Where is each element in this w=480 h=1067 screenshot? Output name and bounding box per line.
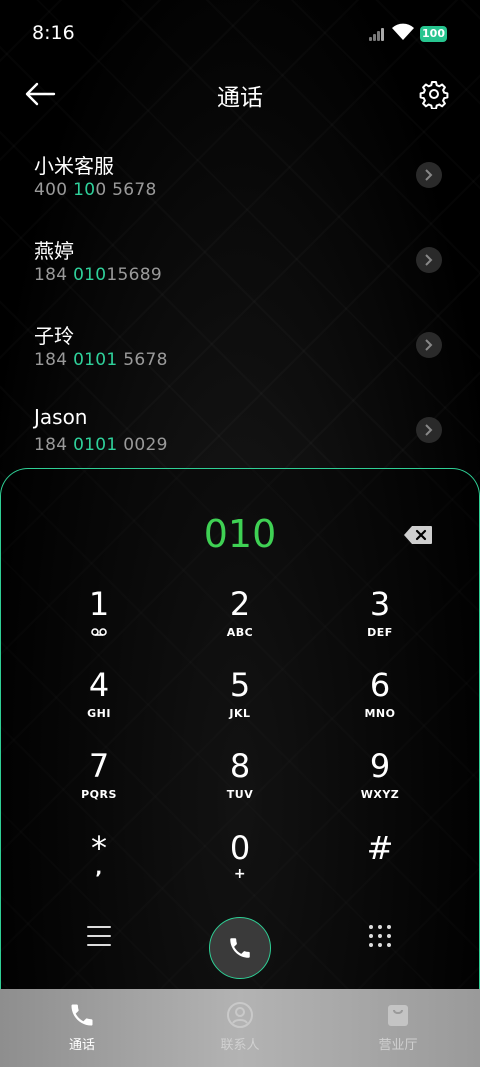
contact-number: 184 01015689 xyxy=(34,265,163,285)
dialpad-key-1[interactable]: 1 xyxy=(44,586,154,656)
dialpad-key-4[interactable]: 4 GHI xyxy=(44,667,154,737)
chevron-right-icon xyxy=(425,254,433,266)
chevron-right-icon xyxy=(425,424,433,436)
key-letters: TUV xyxy=(226,788,254,801)
voicemail-icon xyxy=(91,628,107,636)
contact-name: 子玲 xyxy=(34,324,74,348)
key-digit: 1 xyxy=(88,585,110,623)
contact-name: 燕婷 xyxy=(34,239,74,263)
nav-label: 联系人 xyxy=(220,1038,260,1053)
backspace-icon[interactable] xyxy=(403,525,433,545)
wifi-icon xyxy=(392,23,414,40)
page-title: 通话 xyxy=(217,85,263,111)
nav-item-store[interactable]: 营业厅 xyxy=(318,989,478,1067)
dialpad-key-2[interactable]: 2 ABC xyxy=(185,586,295,656)
nav-item-contacts[interactable]: 联系人 xyxy=(160,989,320,1067)
status-time: 8:16 xyxy=(32,22,75,44)
dialpad-key-8[interactable]: 8 TUV xyxy=(185,748,295,818)
call-button[interactable] xyxy=(209,917,271,979)
key-letters: GHI xyxy=(87,707,111,720)
gear-icon[interactable] xyxy=(419,79,449,109)
key-letters: + xyxy=(233,866,247,882)
key-digit: 9 xyxy=(369,747,391,785)
dialpad-key-0[interactable]: 0 + xyxy=(185,830,295,900)
key-digit: 8 xyxy=(229,747,251,785)
matched-contacts-list: 小米客服 400 100 5678 燕婷 184 01015689 子玲 184… xyxy=(0,142,480,482)
contact-icon xyxy=(227,1002,253,1028)
battery-badge: 100 xyxy=(420,26,447,42)
status-bar: 8:16 100 xyxy=(0,0,480,68)
contact-number: 184 0101 0029 xyxy=(34,435,168,455)
signal-icon xyxy=(369,27,387,41)
key-digit: # xyxy=(366,829,394,867)
dialpad-key-3[interactable]: 3 DEF xyxy=(325,586,435,656)
dialpad-key-5[interactable]: 5 JKL xyxy=(185,667,295,737)
dialpad-key-6[interactable]: 6 MNO xyxy=(325,667,435,737)
key-letters: MNO xyxy=(364,707,396,720)
key-digit: 4 xyxy=(88,666,110,704)
dialpad-key-7[interactable]: 7 PQRS xyxy=(44,748,154,818)
nav-item-calls[interactable]: 通话 xyxy=(2,989,162,1067)
key-digit: 6 xyxy=(369,666,391,704)
contact-detail-button[interactable] xyxy=(416,162,442,188)
dialpad-key-star[interactable]: * , xyxy=(44,830,154,900)
contact-row[interactable]: 燕婷 184 01015689 xyxy=(0,227,480,312)
key-digit: 3 xyxy=(369,585,391,623)
contact-detail-button[interactable] xyxy=(416,332,442,358)
dialer-screen: 8:16 100 通话 小米客服 400 100 5678 燕婷 184 010… xyxy=(0,0,480,1067)
dialpad-grid-icon[interactable] xyxy=(367,923,393,949)
dialpad-key-9[interactable]: 9 WXYZ xyxy=(325,748,435,818)
contact-number: 184 0101 5678 xyxy=(34,350,168,370)
key-digit: 0 xyxy=(229,829,251,867)
key-digit: 7 xyxy=(88,747,110,785)
phone-icon xyxy=(230,938,250,958)
key-letters: WXYZ xyxy=(360,788,400,801)
nav-label: 营业厅 xyxy=(378,1038,418,1053)
chevron-right-icon xyxy=(425,169,433,181)
menu-icon[interactable] xyxy=(86,924,112,948)
key-digit: 2 xyxy=(229,585,251,623)
key-letters: ABC xyxy=(226,626,254,639)
chevron-right-icon xyxy=(425,339,433,351)
contact-name: 小米客服 xyxy=(34,154,114,178)
key-letters: , xyxy=(95,858,103,879)
contact-name: Jason xyxy=(34,405,88,429)
key-letters: PQRS xyxy=(81,788,117,801)
dialpad-key-hash[interactable]: # xyxy=(325,830,435,900)
key-letters: JKL xyxy=(229,707,251,720)
shop-bag-icon xyxy=(388,1005,408,1026)
contact-number: 400 100 5678 xyxy=(34,180,157,200)
key-letters: DEF xyxy=(367,626,393,639)
contact-detail-button[interactable] xyxy=(416,417,442,443)
key-digit: 5 xyxy=(229,666,251,704)
contact-row[interactable]: 小米客服 400 100 5678 xyxy=(0,142,480,227)
contact-detail-button[interactable] xyxy=(416,247,442,273)
bottom-nav: 通话 联系人 营业厅 xyxy=(0,989,480,1067)
nav-label: 通话 xyxy=(68,1038,95,1053)
phone-icon xyxy=(71,1004,93,1026)
contact-row[interactable]: 子玲 184 0101 5678 xyxy=(0,312,480,397)
